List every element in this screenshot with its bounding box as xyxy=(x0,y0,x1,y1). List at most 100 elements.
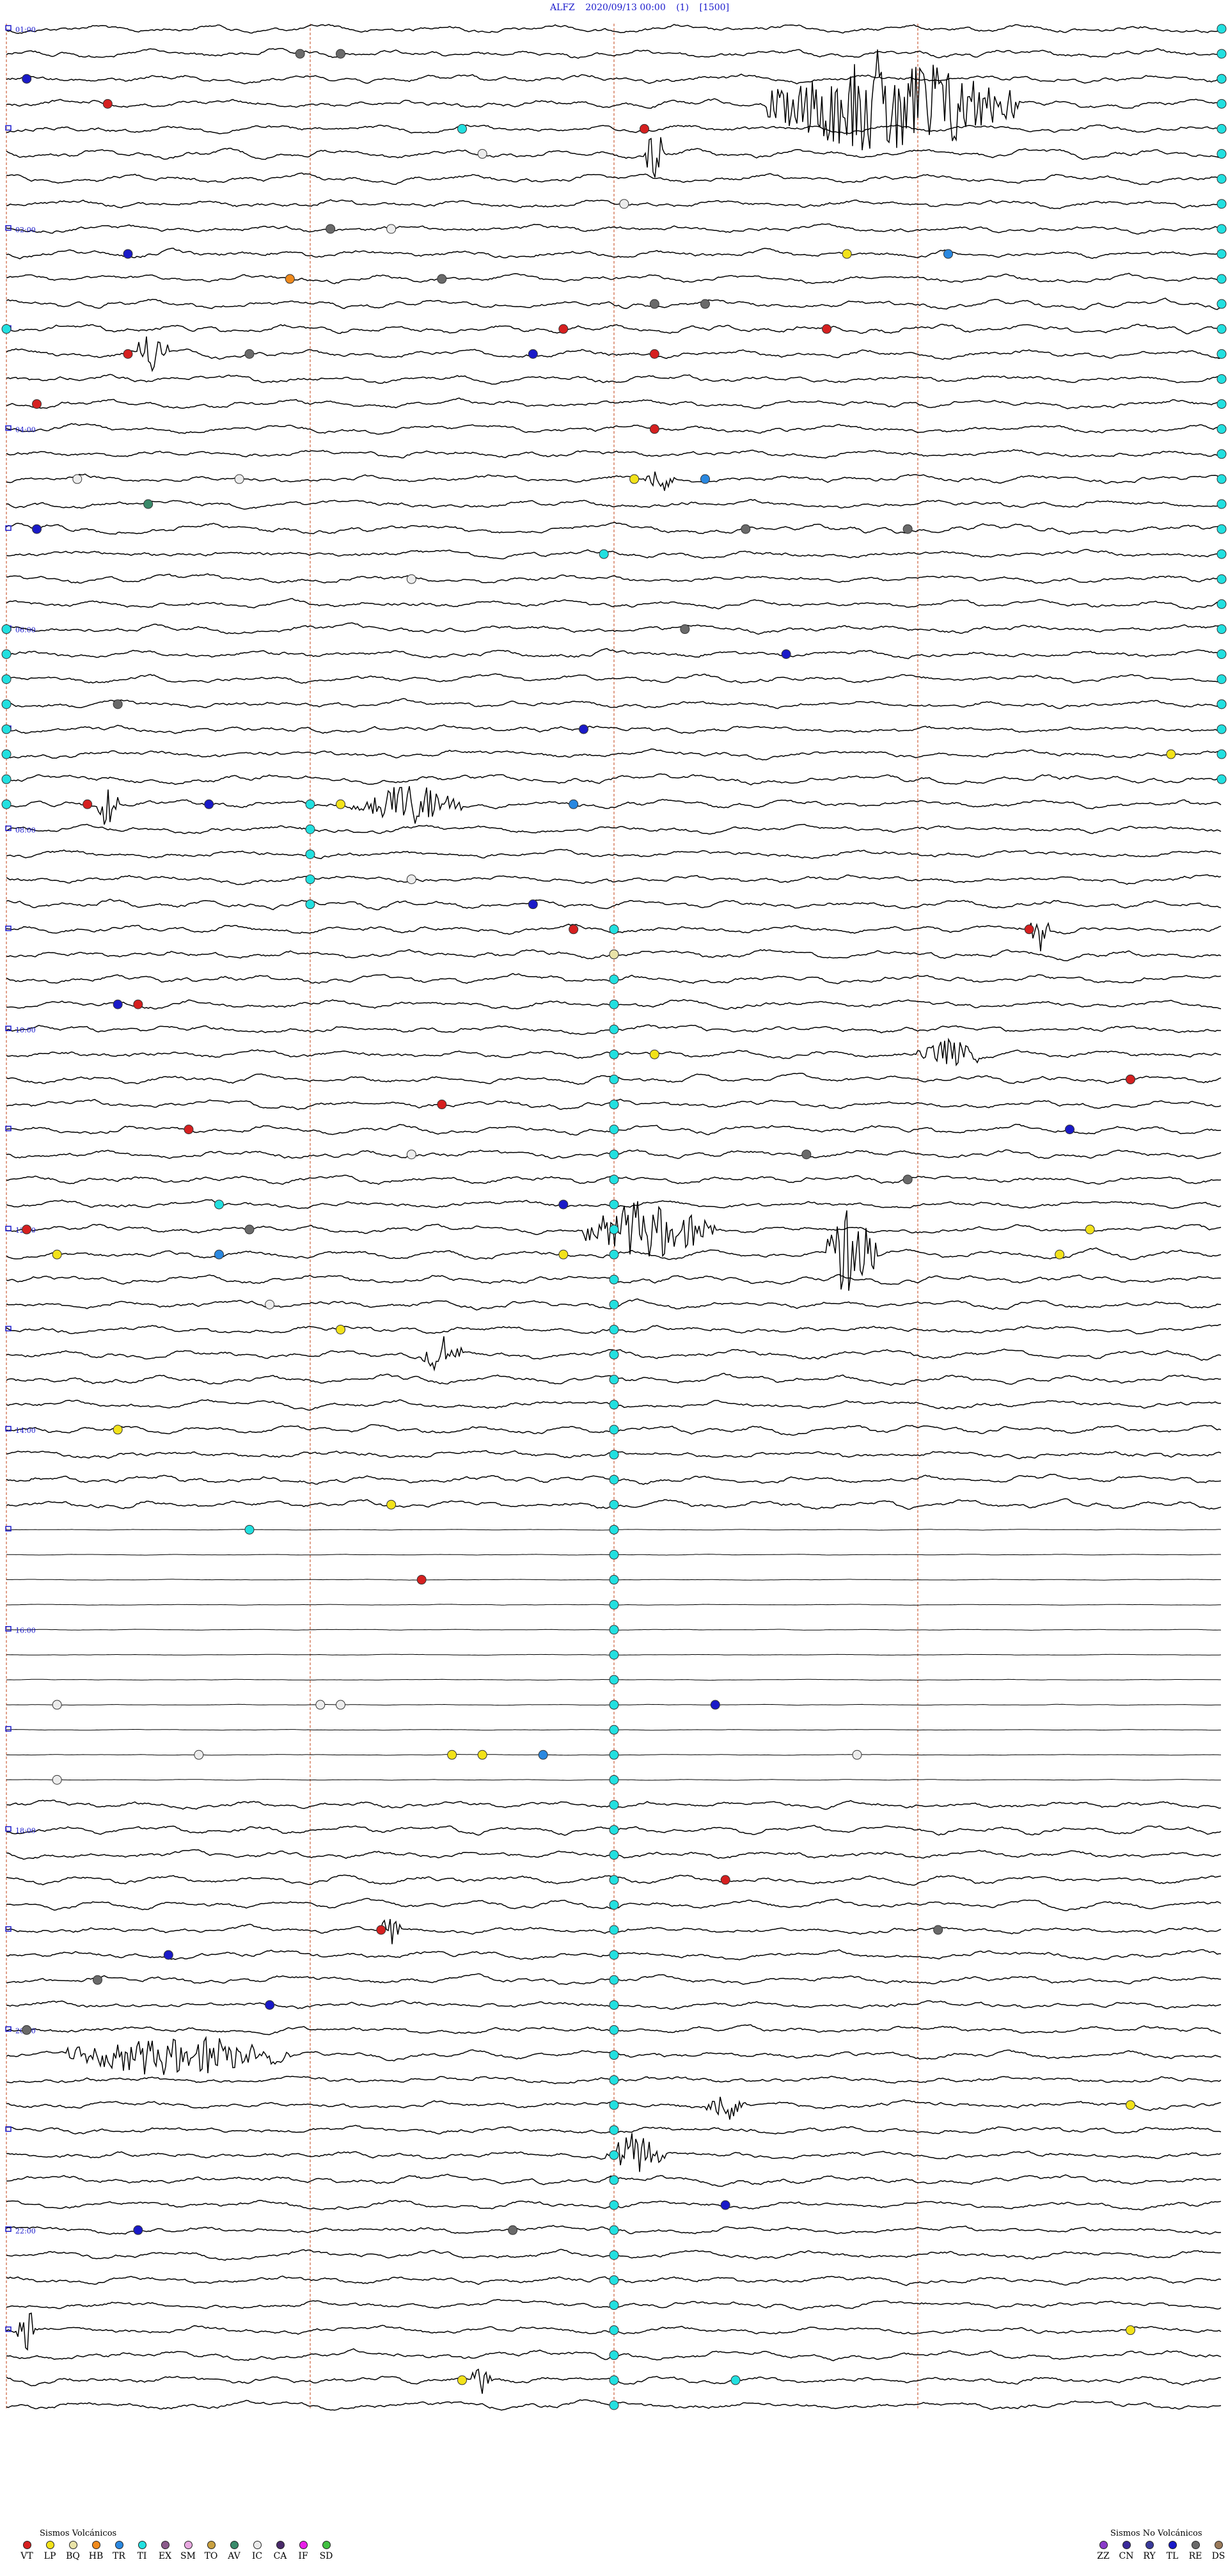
event-marker-TI xyxy=(305,899,315,910)
event-marker-LP xyxy=(842,249,852,259)
event-marker-TI xyxy=(609,1499,619,1510)
event-marker-TI xyxy=(609,1450,619,1460)
event-marker-TI xyxy=(609,2200,619,2210)
event-marker-TI xyxy=(1216,49,1227,59)
chart-header: ALFZ 2020/09/13 00:00 (1) [1500] xyxy=(549,3,729,13)
event-marker-IC xyxy=(265,1299,275,1309)
event-marker-TI xyxy=(609,2100,619,2110)
event-marker-TI xyxy=(1,724,12,734)
event-marker-TI xyxy=(609,2075,619,2085)
event-marker-RE xyxy=(295,49,305,59)
event-marker-TL xyxy=(528,899,538,910)
event-marker-VT xyxy=(416,1575,427,1585)
event-marker-VT xyxy=(1126,1074,1135,1084)
event-marker-TL xyxy=(558,1199,569,1210)
event-marker-VT xyxy=(1024,924,1034,935)
event-marker-TL xyxy=(204,799,214,809)
event-marker-TI xyxy=(609,1024,619,1034)
header-channel: (1) xyxy=(676,3,689,13)
trace-row xyxy=(6,137,1222,178)
event-marker-TI xyxy=(1216,299,1227,309)
event-marker-LP xyxy=(1126,2100,1135,2110)
event-marker-VT xyxy=(569,924,579,935)
event-marker-TL xyxy=(710,1700,720,1710)
event-marker-TL xyxy=(579,724,588,734)
time-label: 01:00 xyxy=(15,26,36,34)
event-marker-RE xyxy=(700,299,710,309)
event-marker-RE xyxy=(741,524,751,534)
event-marker-TI xyxy=(609,1074,619,1084)
event-marker-TI xyxy=(1216,123,1227,134)
helicorder-plot: ALFZ 2020/09/13 00:00 (1) [1500] 01:00 02… xyxy=(1,3,1227,2411)
event-marker-TI xyxy=(1,749,12,759)
event-marker-TI xyxy=(1216,174,1227,184)
time-label: 18:00 xyxy=(15,1827,36,1835)
event-marker-TL xyxy=(123,249,133,259)
event-marker-VT xyxy=(123,349,133,359)
time-label: 04:00 xyxy=(15,426,36,434)
event-marker-TL xyxy=(133,2225,143,2235)
time-label: 22:00 xyxy=(15,2227,36,2235)
event-marker-IC xyxy=(406,874,416,885)
event-marker-TI xyxy=(609,974,619,984)
event-marker-TR xyxy=(700,474,710,484)
event-marker-IC xyxy=(477,149,487,159)
event-marker-RE xyxy=(22,2025,32,2035)
event-marker-TI xyxy=(609,1675,619,1685)
event-marker-TI xyxy=(1216,699,1227,709)
header-datetime: 2020/09/13 00:00 xyxy=(585,3,666,13)
event-marker-TI xyxy=(609,1700,619,1710)
time-label: 02:00 xyxy=(15,226,36,234)
event-marker-LP xyxy=(1055,1249,1065,1260)
event-marker-TI xyxy=(1216,399,1227,409)
trace-row xyxy=(6,773,1222,786)
event-marker-BQ xyxy=(609,949,619,960)
event-marker-TI xyxy=(609,1425,619,1435)
event-marker-TI xyxy=(305,799,315,809)
event-marker-TI xyxy=(609,1549,619,1560)
event-marker-VT xyxy=(558,324,569,334)
event-marker-IC xyxy=(619,199,629,209)
event-marker-TI xyxy=(609,1299,619,1309)
event-marker-TL xyxy=(265,2000,275,2010)
event-marker-TI xyxy=(1216,674,1227,684)
event-marker-TI xyxy=(599,549,609,559)
event-marker-LP xyxy=(386,1499,397,1510)
event-marker-RE xyxy=(336,49,345,59)
event-marker-TI xyxy=(1216,324,1227,334)
event-marker-VT xyxy=(437,1100,447,1110)
event-marker-TI xyxy=(609,1825,619,1835)
event-marker-TI xyxy=(1216,224,1227,234)
event-marker-TL xyxy=(1065,1125,1074,1135)
event-marker-VT xyxy=(133,999,143,1009)
time-label: 10:00 xyxy=(15,1026,36,1034)
event-marker-LP xyxy=(457,2375,467,2385)
event-marker-TI xyxy=(1216,199,1227,209)
event-marker-IC xyxy=(852,1750,862,1760)
event-marker-TI xyxy=(214,1199,224,1210)
event-marker-IC xyxy=(406,1150,416,1160)
event-marker-TI xyxy=(1216,99,1227,109)
event-marker-TI xyxy=(609,2000,619,2010)
time-label: 08:00 xyxy=(15,826,36,834)
event-marker-LP xyxy=(558,1249,569,1260)
event-marker-LP xyxy=(336,799,345,809)
event-marker-TI xyxy=(609,1950,619,1960)
event-marker-TI xyxy=(1216,24,1227,34)
event-marker-TI xyxy=(609,1400,619,1410)
event-marker-TI xyxy=(1,624,12,635)
event-marker-TI xyxy=(1216,274,1227,284)
event-marker-TI xyxy=(1216,449,1227,459)
event-marker-RE xyxy=(680,624,690,635)
event-marker-TI xyxy=(1216,74,1227,84)
event-marker-TI xyxy=(609,2300,619,2311)
event-marker-TI xyxy=(609,2225,619,2235)
event-marker-TI xyxy=(1,649,12,660)
event-marker-TR xyxy=(943,249,953,259)
event-marker-TI xyxy=(305,849,315,859)
event-marker-VT xyxy=(640,123,649,134)
event-marker-TI xyxy=(609,1174,619,1185)
event-marker-TI xyxy=(609,1650,619,1660)
event-marker-TL xyxy=(528,349,538,359)
event-marker-RE xyxy=(902,524,913,534)
